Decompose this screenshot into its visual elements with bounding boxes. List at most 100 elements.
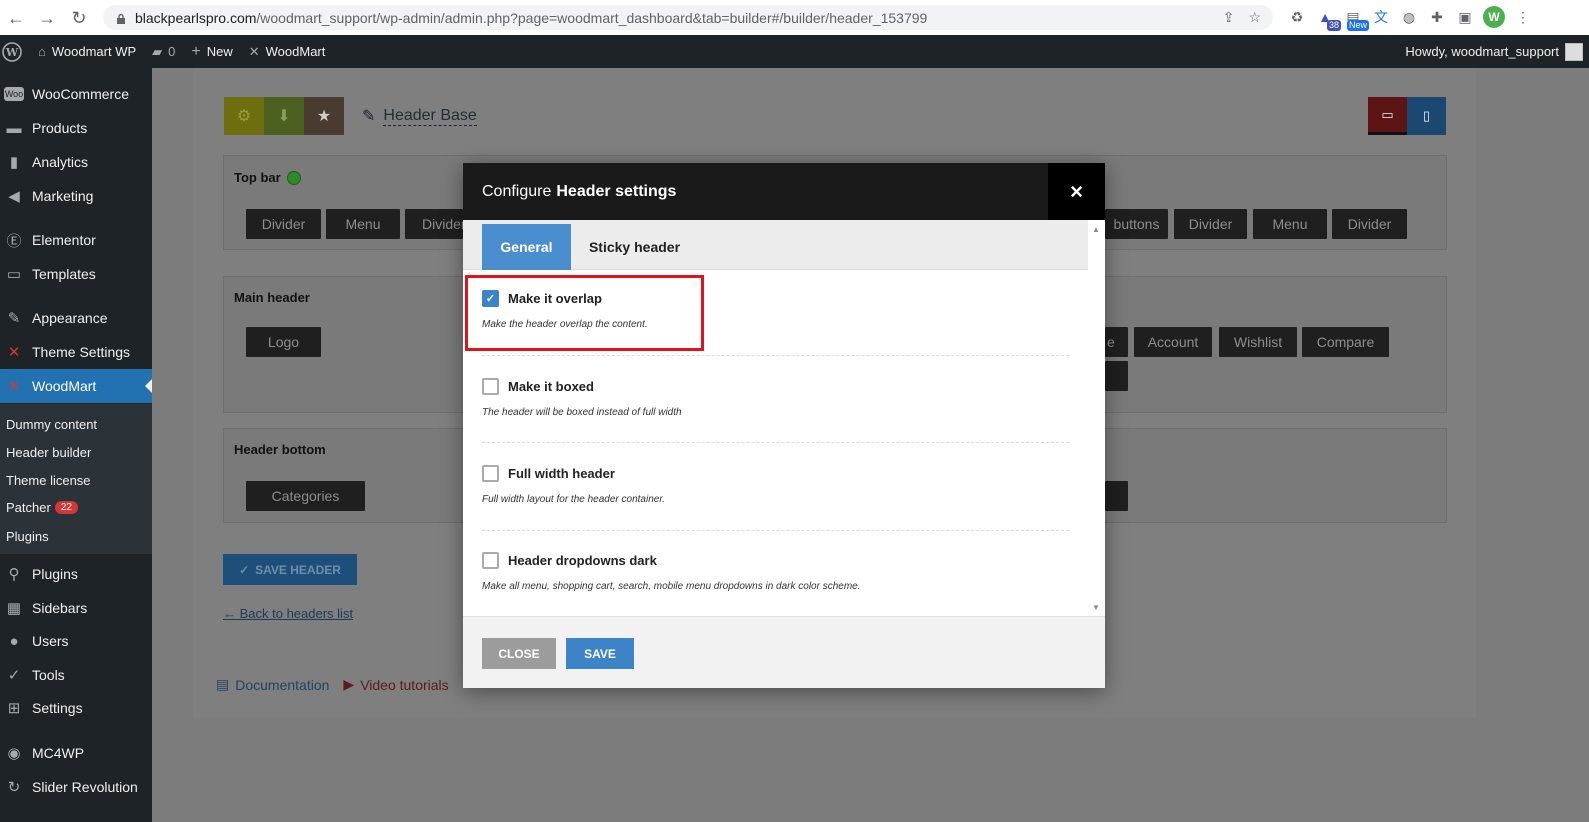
option-divider xyxy=(482,442,1069,443)
modal-tabs: General Sticky header xyxy=(463,220,1088,270)
submenu-item-theme-license[interactable]: Theme license xyxy=(6,473,91,488)
tab-general[interactable]: General xyxy=(482,224,571,270)
admin-sidebar: Woo WooCommerce ▬ Products ▮ Analytics ◀ Mar… xyxy=(0,68,152,822)
puzzle-extensions-icon[interactable]: ✚ xyxy=(1427,7,1447,27)
wordpress-logo-icon[interactable]: W xyxy=(0,35,30,68)
woodmart-admin-link[interactable]: ✕ WoodMart xyxy=(241,35,334,68)
sidebar-item-theme-settings[interactable]: ✕ Theme Settings xyxy=(0,335,152,369)
address-bar[interactable]: blackpearlspro.com/woodmart_support/wp-a… xyxy=(103,5,1273,30)
site-name-link[interactable]: ⌂ Woodmart WP xyxy=(30,35,144,68)
share-icon[interactable]: ⇪ xyxy=(1223,9,1235,26)
submenu-item-dummy-content[interactable]: Dummy content xyxy=(6,417,97,432)
submenu-label: Dummy content xyxy=(6,417,98,432)
header-bottom-element-hidden[interactable] xyxy=(1105,481,1128,511)
close-button[interactable]: CLOSE xyxy=(482,638,556,669)
globe-extension-icon[interactable]: ◍ xyxy=(1399,7,1419,27)
video-tutorials-link[interactable]: ▶ Video tutorials xyxy=(343,676,448,693)
top-bar-element-menu[interactable]: Menu xyxy=(1253,209,1327,239)
sidebar-item-products[interactable]: ▬ Products xyxy=(0,111,152,145)
option-description: The header will be boxed instead of full… xyxy=(482,407,682,418)
sidebar-item-woocommerce[interactable]: Woo WooCommerce xyxy=(0,77,152,111)
submenu-item-plugins[interactable]: Plugins xyxy=(6,529,49,544)
sidebar-item-label: Settings xyxy=(32,700,83,716)
sidebar-item-elementor[interactable]: Ⓔ Elementor xyxy=(0,223,152,257)
back-to-headers-link[interactable]: ← Back to headers list xyxy=(223,606,353,621)
scroll-down-arrow-icon[interactable]: ▼ xyxy=(1092,603,1100,612)
boxed-checkbox[interactable] xyxy=(482,378,499,395)
new-content-link[interactable]: + New xyxy=(183,35,240,68)
browser-toolbar: ← → ↻ blackpearlspro.com/woodmart_suppor… xyxy=(0,0,1589,35)
sidebar-item-templates[interactable]: ▭ Templates xyxy=(0,257,152,291)
save-button[interactable]: SAVE xyxy=(566,638,634,669)
option-label: Full width header xyxy=(508,466,615,481)
sidebar-item-tools[interactable]: ✓ Tools xyxy=(0,658,152,692)
mc4wp-icon: ◉ xyxy=(7,745,21,762)
submenu-item-header-builder[interactable]: Header builder xyxy=(6,445,91,460)
full-width-checkbox[interactable] xyxy=(482,465,499,482)
youtube-icon: ▶ xyxy=(343,676,355,692)
recycle-extension-icon[interactable]: ♻ xyxy=(1287,7,1307,27)
sidebar-item-slider-revolution[interactable]: ↻ Slider Revolution xyxy=(0,770,152,804)
main-header-element-compare[interactable]: Compare xyxy=(1302,327,1389,357)
education-extension-icon[interactable]: ▲ 38 xyxy=(1315,7,1341,31)
mobile-view-button[interactable]: ▯ xyxy=(1407,97,1446,135)
wp-admin-bar: W ⌂ Woodmart WP ▰ 0 + New ✕ WoodMart How… xyxy=(0,35,1589,68)
top-bar-element-divider[interactable]: Divider xyxy=(1174,209,1247,239)
url-path: /woodmart_support/wp-admin/admin.php?pag… xyxy=(256,9,928,26)
top-bar-element-divider[interactable]: Divider xyxy=(405,209,463,239)
menu-kebab-icon[interactable]: ⋮ xyxy=(1513,7,1533,27)
profile-avatar[interactable]: W xyxy=(1483,6,1505,28)
main-header-element-wishlist[interactable]: Wishlist xyxy=(1219,327,1297,357)
status-dot-icon[interactable] xyxy=(286,170,301,185)
bar-chart-icon: ▮ xyxy=(9,154,19,171)
back-arrow-icon[interactable]: ← xyxy=(6,8,26,28)
submenu-item-patcher[interactable]: Patcher 22 xyxy=(6,500,78,515)
sidebar-item-plugins[interactable]: ⚲ Plugins xyxy=(0,557,152,591)
sidebar-item-mc4wp[interactable]: ◉ MC4WP xyxy=(0,736,152,770)
sidebar-item-users[interactable]: ● Users xyxy=(0,624,152,658)
plug-icon: ⚲ xyxy=(8,566,20,583)
top-bar-element-divider[interactable]: Divider xyxy=(1332,209,1407,239)
main-header-element-logo[interactable]: Logo xyxy=(246,327,321,357)
comments-link[interactable]: ▰ 0 xyxy=(144,35,183,68)
forward-arrow-icon[interactable]: → xyxy=(37,8,57,28)
top-bar-element-divider[interactable]: Divider xyxy=(246,209,321,239)
main-header-element-account[interactable]: Account xyxy=(1134,327,1212,357)
main-header-element-partial[interactable]: e xyxy=(1105,327,1128,357)
sidebar-item-appearance[interactable]: ✎ Appearance xyxy=(0,301,152,335)
lock-icon xyxy=(115,12,127,24)
save-header-button[interactable]: ✓ SAVE HEADER xyxy=(223,554,357,585)
sidebar-item-analytics[interactable]: ▮ Analytics xyxy=(0,145,152,179)
documentation-link[interactable]: ▤ Documentation xyxy=(216,676,329,693)
import-button[interactable]: ⬇ xyxy=(264,97,304,135)
bookmark-star-icon[interactable]: ☆ xyxy=(1248,9,1261,26)
translate-extension-icon[interactable]: 文 xyxy=(1371,7,1391,27)
scroll-up-arrow-icon[interactable]: ▲ xyxy=(1092,225,1100,234)
favorite-star-button[interactable]: ★ xyxy=(304,97,344,135)
main-header-element-hidden[interactable] xyxy=(1105,361,1128,391)
dropdowns-dark-checkbox[interactable] xyxy=(482,552,499,569)
sidebar-item-sidebars[interactable]: ▦ Sidebars xyxy=(0,591,152,625)
sidebar-item-woodmart[interactable]: ✕ WoodMart xyxy=(0,369,152,403)
top-bar-element-menu[interactable]: Menu xyxy=(326,209,400,239)
header-bottom-element-categories[interactable]: Categories xyxy=(246,481,365,511)
tab-sticky-header[interactable]: Sticky header xyxy=(581,224,688,270)
option-make-it-boxed: Make it boxed The header will be boxed i… xyxy=(482,378,1069,418)
desktop-view-button[interactable]: ▭ xyxy=(1368,97,1407,135)
header-name-title[interactable]: ✎ Header Base xyxy=(362,106,477,126)
sidebar-item-settings[interactable]: ⊞ Settings xyxy=(0,691,152,725)
patcher-count-badge: 22 xyxy=(54,501,78,514)
sidebar-item-label: Tools xyxy=(32,667,65,683)
modal-scrollbar[interactable]: ▲ ▼ xyxy=(1088,220,1105,616)
my-account-link[interactable]: Howdy, woodmart_support xyxy=(1405,35,1589,68)
modal-close-x-button[interactable]: × xyxy=(1048,163,1105,220)
sidebar-item-marketing[interactable]: ◀ Marketing xyxy=(0,179,152,213)
comment-bubble-icon: ▰ xyxy=(152,43,163,59)
top-bar-element-buttons[interactable]: buttons xyxy=(1105,209,1168,239)
side-panel-icon[interactable]: ▣ xyxy=(1455,7,1475,27)
woo-icon: Woo xyxy=(4,87,24,101)
reload-icon[interactable]: ↻ xyxy=(69,8,89,28)
news-extension-icon[interactable]: ▤ New xyxy=(1343,7,1369,31)
wrench-icon: ✓ xyxy=(7,667,21,684)
settings-gear-button[interactable]: ⚙ xyxy=(224,97,264,135)
